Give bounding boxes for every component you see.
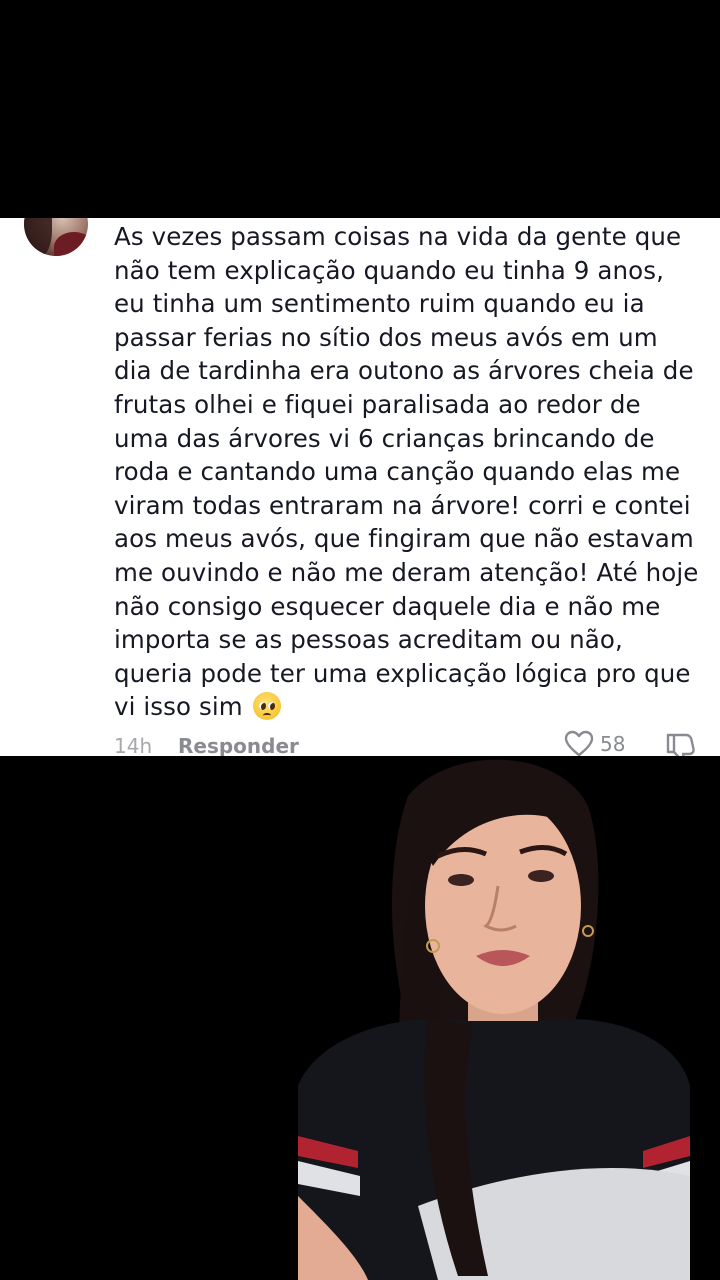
video-feed[interactable] (0, 756, 720, 1280)
reply-button[interactable]: Responder (178, 734, 299, 756)
commenter-avatar[interactable] (24, 218, 88, 256)
video-top-area (0, 0, 720, 218)
presenter-video-figure (298, 759, 690, 1280)
pleading-face-emoji (252, 692, 281, 721)
comment-card: As vezes passam coisas na vida da gente … (0, 218, 720, 756)
comment-text: As vezes passam coisas na vida da gente … (114, 222, 699, 722)
comment-meta-row: 14h Responder 58 (0, 728, 720, 756)
thumbs-down-icon[interactable] (664, 732, 698, 756)
like-count: 58 (600, 732, 626, 756)
screen: As vezes passam coisas na vida da gente … (0, 0, 720, 1280)
comment-time: 14h (114, 734, 153, 756)
heart-outline-icon (564, 730, 594, 756)
like-button[interactable]: 58 (564, 730, 625, 756)
